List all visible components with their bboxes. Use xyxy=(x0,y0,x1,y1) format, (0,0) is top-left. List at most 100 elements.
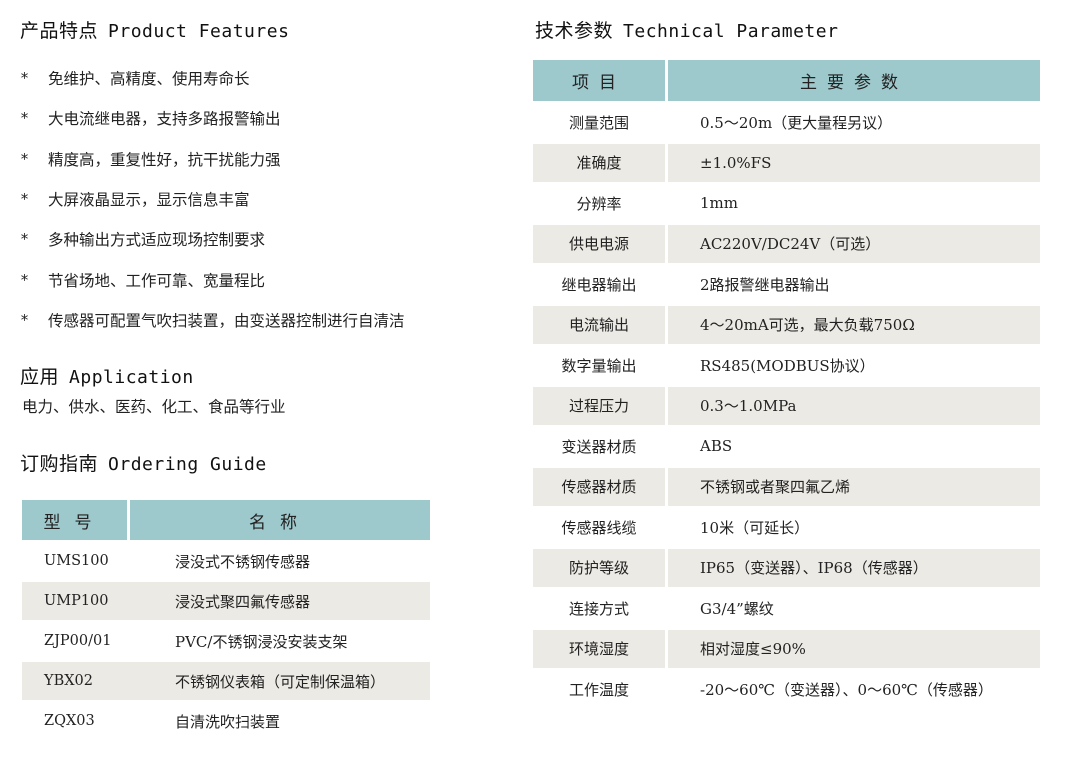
feature-text: 多种输出方式适应现场控制要求 xyxy=(48,231,266,250)
technical-row: 环境湿度 相对湿度≤90% xyxy=(533,629,1040,668)
technical-title-en: Technical Parameter xyxy=(623,21,839,42)
technical-value-cell: 0.5～20m（更大量程另议） xyxy=(700,113,893,132)
technical-item-cell: 传感器材质 xyxy=(533,467,665,506)
technical-table: 项目 主要参数 测量范围 0.5～20m（更大量程另议） 准确度 ±1.0%FS 分辨率… xyxy=(533,60,1040,709)
technical-item-cell: 防护等级 xyxy=(533,548,665,587)
technical-value-cell: 10米（可延长） xyxy=(700,518,810,537)
technical-value-cell: IP65（变送器）、IP68（传感器） xyxy=(668,548,1040,587)
ordering-heading: 订购指南 Ordering Guide xyxy=(20,449,267,476)
technical-row: 过程压力 0.3～1.0MPa xyxy=(533,386,1040,425)
ordering-name-cell: PVC/不锈钢浸没安装支架 xyxy=(175,632,348,651)
ordering-row: UMP100 浸没式聚四氟传感器 xyxy=(22,582,430,620)
technical-row: 电流输出 4～20mA可选，最大负载750Ω xyxy=(533,305,1040,344)
technical-value-cell: 1mm xyxy=(700,194,738,213)
bullet-star: * xyxy=(20,69,30,88)
technical-header-param: 主要参数 xyxy=(668,60,1040,101)
technical-item-cell: 连接方式 xyxy=(568,599,629,618)
technical-value-cell: AC220V/DC24V（可选） xyxy=(668,224,1040,263)
feature-item: * 多种输出方式适应现场控制要求 xyxy=(20,219,500,259)
technical-item-cell: 供电电源 xyxy=(533,224,665,263)
application-title-en: Application xyxy=(69,367,194,388)
ordering-title-cn: 订购指南 xyxy=(20,453,99,475)
technical-item-cell: 环境湿度 xyxy=(533,629,665,668)
features-title-en: Product Features xyxy=(108,21,290,42)
ordering-model-cell: UMS100 xyxy=(44,553,109,569)
feature-text: 精度高，重复性好，抗干扰能力强 xyxy=(48,150,281,169)
feature-item: * 大屏液晶显示，显示信息丰富 xyxy=(20,179,500,219)
ordering-row: ZJP00/01 PVC/不锈钢浸没安装支架 xyxy=(22,622,430,660)
technical-row: 工作温度 -20～60℃（变送器）、0～60℃（传感器） xyxy=(533,670,1040,709)
technical-value-cell: 0.3～1.0MPa xyxy=(668,386,1040,425)
technical-value-cell: 4～20mA可选，最大负载750Ω xyxy=(668,305,1040,344)
feature-item: * 传感器可配置气吹扫装置，由变送器控制进行自清洁 xyxy=(20,300,500,340)
technical-row: 变送器材质 ABS xyxy=(533,427,1040,466)
feature-text: 传感器可配置气吹扫装置，由变送器控制进行自清洁 xyxy=(48,311,405,330)
bullet-star: * xyxy=(20,149,30,168)
feature-text: 大屏液晶显示，显示信息丰富 xyxy=(48,191,250,210)
technical-item-cell: 电流输出 xyxy=(533,305,665,344)
technical-row: 传感器材质 不锈钢或者聚四氟乙烯 xyxy=(533,467,1040,506)
technical-value-cell: RS485(MODBUS协议） xyxy=(700,356,875,375)
technical-row: 测量范围 0.5～20m（更大量程另议） xyxy=(533,103,1040,142)
technical-row: 分辨率 1mm xyxy=(533,184,1040,223)
technical-value-cell: -20～60℃（变送器）、0～60℃（传感器） xyxy=(700,680,993,699)
ordering-header-model: 型号 xyxy=(22,500,127,540)
bullet-star: * xyxy=(20,230,30,249)
technical-item-cell: 变送器材质 xyxy=(561,437,637,456)
features-list: * 免维护、高精度、使用寿命长 * 大电流继电器，支持多路报警输出 * 精度高，重复性好，… xyxy=(20,58,500,340)
feature-item: * 精度高，重复性好，抗干扰能力强 xyxy=(20,139,500,179)
ordering-title-en: Ordering Guide xyxy=(108,454,267,475)
ordering-row: ZQX03 自清洗吹扫装置 xyxy=(22,702,430,740)
application-title-cn: 应用 xyxy=(20,366,60,388)
bullet-star: * xyxy=(20,109,30,128)
technical-item-cell: 分辨率 xyxy=(576,194,622,213)
feature-text: 大电流继电器，支持多路报警输出 xyxy=(48,110,281,129)
technical-item-cell: 传感器线缆 xyxy=(561,518,637,537)
application-heading: 应用 Application xyxy=(20,362,194,389)
feature-item: * 大电流继电器，支持多路报警输出 xyxy=(20,98,500,138)
ordering-name-cell: 浸没式聚四氟传感器 xyxy=(175,592,311,611)
ordering-row: YBX02 不锈钢仪表箱（可定制保温箱） xyxy=(22,662,430,700)
technical-row: 连接方式 G3/4”螺纹 xyxy=(533,589,1040,628)
technical-row: 传感器线缆 10米（可延长） xyxy=(533,508,1040,547)
technical-row: 继电器输出 2路报警继电器输出 xyxy=(533,265,1040,304)
feature-item: * 免维护、高精度、使用寿命长 xyxy=(20,58,500,98)
technical-row: 数字量输出 RS485(MODBUS协议） xyxy=(533,346,1040,385)
ordering-row: UMS100 浸没式不锈钢传感器 xyxy=(22,542,430,580)
bullet-star: * xyxy=(20,190,30,209)
technical-value-cell: ±1.0%FS xyxy=(668,143,1040,182)
ordering-name-cell: 浸没式不锈钢传感器 xyxy=(175,552,311,571)
technical-value-cell: G3/4”螺纹 xyxy=(700,599,774,618)
ordering-model-cell: ZJP00/01 xyxy=(44,633,112,649)
technical-table-header: 项目 主要参数 xyxy=(533,60,1040,101)
ordering-name-cell: 不锈钢仪表箱（可定制保温箱） xyxy=(175,672,386,691)
technical-title-cn: 技术参数 xyxy=(535,20,614,42)
bullet-star: * xyxy=(20,270,30,289)
technical-value-cell: 2路报警继电器输出 xyxy=(700,275,830,294)
technical-row: 准确度 ±1.0%FS xyxy=(533,143,1040,182)
technical-row: 防护等级 IP65（变送器）、IP68（传感器） xyxy=(533,548,1040,587)
feature-text: 免维护、高精度、使用寿命长 xyxy=(48,70,250,89)
technical-heading: 技术参数 Technical Parameter xyxy=(535,16,838,43)
technical-row: 供电电源 AC220V/DC24V（可选） xyxy=(533,224,1040,263)
technical-value-cell: 不锈钢或者聚四氟乙烯 xyxy=(668,467,1040,506)
technical-item-cell: 准确度 xyxy=(533,143,665,182)
ordering-model-cell: ZQX03 xyxy=(44,713,95,729)
technical-value-cell: ABS xyxy=(700,437,733,456)
ordering-name-cell: 自清洗吹扫装置 xyxy=(175,712,281,731)
ordering-table: 型号 名称 UMS100 浸没式不锈钢传感器 UMP100 浸没式聚四氟传感器 ZJP0… xyxy=(22,500,430,740)
ordering-header-name: 名称 xyxy=(130,500,430,540)
feature-item: * 节省场地、工作可靠、宽量程比 xyxy=(20,259,500,299)
technical-item-cell: 数字量输出 xyxy=(561,356,637,375)
bullet-star: * xyxy=(20,310,30,329)
ordering-model-cell: YBX02 xyxy=(44,673,94,689)
technical-item-cell: 继电器输出 xyxy=(561,275,637,294)
feature-text: 节省场地、工作可靠、宽量程比 xyxy=(48,271,266,290)
technical-value-cell: 相对湿度≤90% xyxy=(668,629,1040,668)
technical-item-cell: 测量范围 xyxy=(568,113,629,132)
features-title-cn: 产品特点 xyxy=(20,20,99,42)
ordering-model-cell: UMP100 xyxy=(44,593,109,609)
technical-item-cell: 过程压力 xyxy=(533,386,665,425)
technical-header-item: 项目 xyxy=(533,60,665,101)
technical-item-cell: 工作温度 xyxy=(568,680,629,699)
